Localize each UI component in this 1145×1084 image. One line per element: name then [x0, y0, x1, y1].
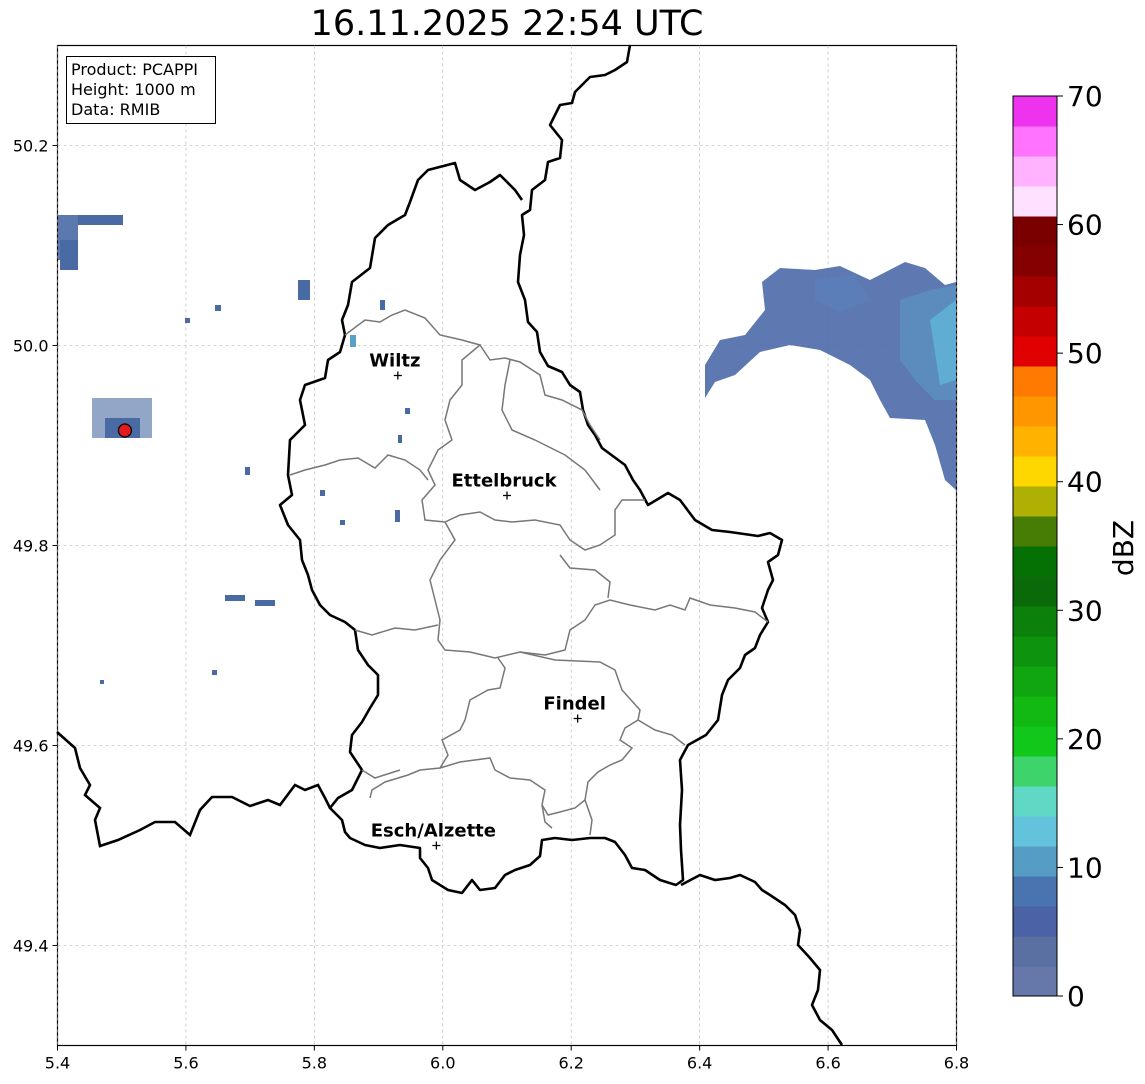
- colorbar-segment: [1013, 126, 1057, 157]
- colorbar-segment: [1013, 96, 1057, 127]
- x-tick-label: 5.6: [173, 1054, 198, 1073]
- colorbar-segment: [1013, 276, 1057, 307]
- colorbar-segment: [1013, 246, 1057, 277]
- colorbar-segment: [1013, 906, 1057, 937]
- colorbar-segment: [1013, 966, 1057, 997]
- colorbar-segment: [1013, 516, 1057, 547]
- colorbar-segment: [1013, 456, 1057, 487]
- colorbar-tick-label: 30: [1067, 594, 1103, 627]
- colorbar-segment: [1013, 636, 1057, 667]
- colorbar-segment: [1013, 546, 1057, 577]
- colorbar-label: dBZ: [1107, 520, 1140, 576]
- colorbar-tick-label: 20: [1067, 723, 1103, 756]
- radar-site-marker: [117, 423, 133, 438]
- product-line: Product: PCAPPI: [71, 60, 199, 79]
- x-tick-label: 6.2: [558, 1054, 583, 1073]
- city-label: Ettelbruck: [451, 471, 557, 492]
- colorbar-segment: [1013, 696, 1057, 727]
- city-label: Wiltz: [369, 351, 420, 372]
- colorbar-ticks: 0 10 20 30 40 50 60 70: [1057, 80, 1103, 1013]
- colorbar-segment: [1013, 726, 1057, 757]
- height-line: Height: 1000 m: [71, 80, 196, 99]
- colorbar-segment: [1013, 606, 1057, 637]
- x-tick-label: 5.8: [302, 1054, 327, 1073]
- x-tick-label: 6.6: [815, 1054, 840, 1073]
- colorbar-segment: [1013, 576, 1057, 607]
- city-label: Esch/Alzette: [371, 821, 496, 842]
- colorbar-segment: [1013, 306, 1057, 337]
- city-label: Findel: [543, 694, 606, 715]
- y-tick-label: 50.0: [13, 337, 49, 356]
- colorbar-segment: [1013, 186, 1057, 217]
- colorbar-segment: [1013, 846, 1057, 877]
- x-axis-ticks: 5.4 5.6 5.8 6.0 6.2 6.4 6.6 6.8: [45, 1045, 969, 1073]
- colorbar-segment: [1013, 816, 1057, 847]
- colorbar-segment: [1013, 876, 1057, 907]
- y-tick-label: 49.8: [13, 537, 49, 556]
- colorbar-tick-label: 60: [1067, 209, 1103, 242]
- colorbar-segment: [1013, 336, 1057, 367]
- x-tick-label: 6.8: [944, 1054, 969, 1073]
- y-tick-label: 49.4: [13, 937, 49, 956]
- y-axis-ticks: 49.4 49.6 49.8 50.0 50.2: [13, 137, 58, 956]
- colorbar-segment: [1013, 936, 1057, 967]
- y-tick-label: 50.2: [13, 137, 49, 156]
- y-tick-label: 49.6: [13, 737, 49, 756]
- colorbar-tick-label: 70: [1067, 80, 1103, 113]
- radar-figure: Wiltz Ettelbruck Findel Esch/Alzette 5.4 5.6…: [13, 44, 1140, 1073]
- colorbar-segment: [1013, 666, 1057, 697]
- product-info-box: Product: PCAPPI Height: 1000 m Data: RMI…: [66, 56, 216, 124]
- colorbar-tick-label: 50: [1067, 337, 1103, 370]
- colorbar-segment: [1013, 396, 1057, 427]
- colorbar-tick-label: 40: [1067, 466, 1103, 499]
- colorbar-segment: [1013, 426, 1057, 457]
- x-tick-label: 6.0: [430, 1054, 455, 1073]
- colorbar: [1012, 95, 1058, 997]
- data-source-line: Data: RMIB: [71, 100, 161, 119]
- colorbar-segment: [1013, 366, 1057, 397]
- colorbar-tick-label: 0: [1067, 980, 1085, 1013]
- colorbar-segment: [1013, 756, 1057, 787]
- colorbar-segment: [1013, 786, 1057, 817]
- colorbar-segment: [1013, 156, 1057, 187]
- colorbar-segment: [1013, 216, 1057, 247]
- x-tick-label: 5.4: [45, 1054, 70, 1073]
- x-tick-label: 6.4: [687, 1054, 712, 1073]
- colorbar-segment: [1013, 486, 1057, 517]
- colorbar-tick-label: 10: [1067, 851, 1103, 884]
